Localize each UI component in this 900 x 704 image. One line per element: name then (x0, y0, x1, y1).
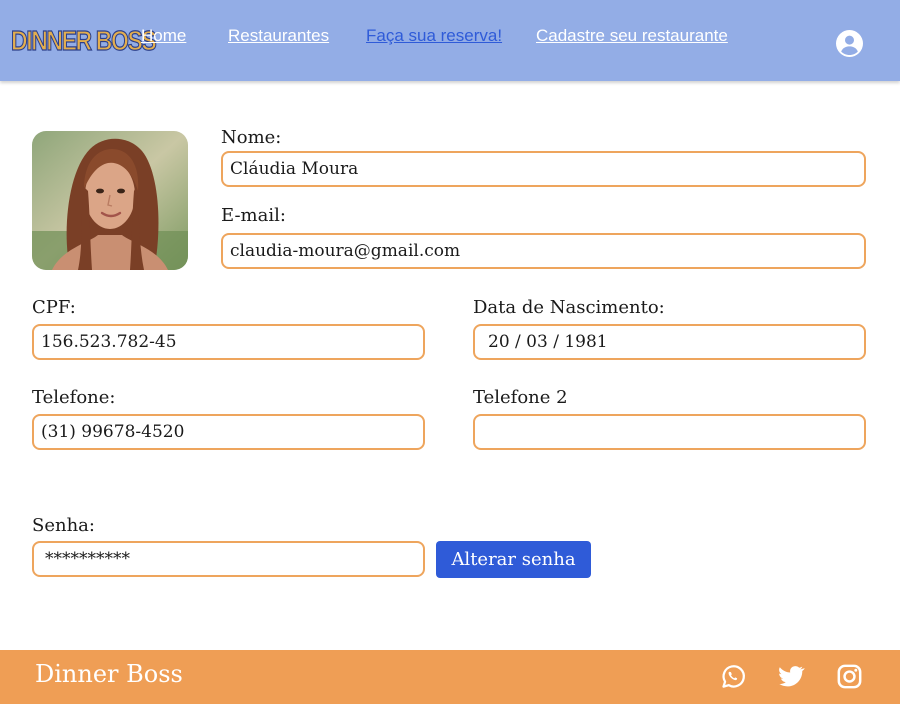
logo[interactable]: DINNER BOSS (10, 24, 157, 57)
nav-home[interactable]: Home (141, 26, 186, 46)
cpf-field[interactable] (32, 324, 425, 360)
footer: Dinner Boss (0, 650, 900, 704)
twitter-icon[interactable] (778, 663, 805, 690)
instagram-icon[interactable] (836, 663, 863, 690)
phone2-field[interactable] (473, 414, 866, 450)
header: DINNER BOSS Home Restaurantes Faça sua r… (0, 0, 900, 81)
password-field[interactable] (32, 541, 425, 577)
phone2-label: Telefone 2 (473, 387, 568, 408)
profile-photo (32, 131, 188, 270)
change-password-button[interactable]: Alterar senha (436, 541, 591, 578)
phone-label: Telefone: (32, 387, 116, 408)
user-circle-icon[interactable] (836, 30, 863, 57)
name-field[interactable] (221, 151, 866, 187)
nav-cadastre-restaurante[interactable]: Cadastre seu restaurante (536, 26, 728, 46)
nav-reserva[interactable]: Faça sua reserva! (366, 26, 502, 46)
cpf-label: CPF: (32, 297, 76, 318)
birthdate-label: Data de Nascimento: (473, 297, 665, 318)
name-label: Nome: (221, 127, 282, 148)
phone-field[interactable] (32, 414, 425, 450)
email-field[interactable] (221, 233, 866, 269)
footer-brand: Dinner Boss (35, 660, 183, 688)
whatsapp-icon[interactable] (719, 663, 746, 690)
password-label: Senha: (32, 515, 95, 536)
email-label: E-mail: (221, 205, 286, 226)
nav-restaurantes[interactable]: Restaurantes (228, 26, 329, 46)
birthdate-field[interactable] (473, 324, 866, 360)
